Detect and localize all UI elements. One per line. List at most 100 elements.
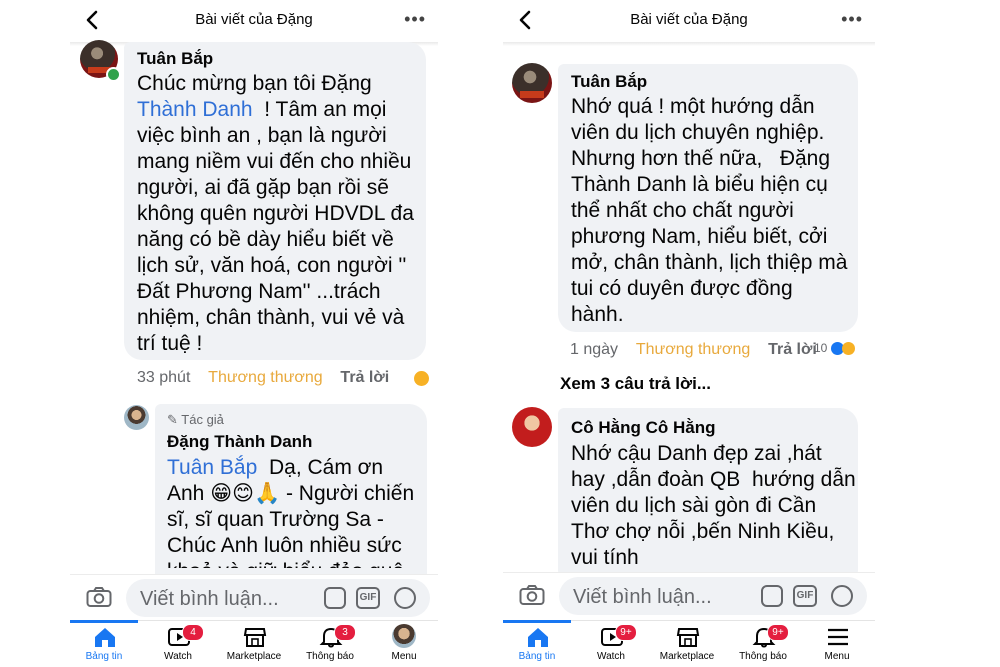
comment-time: 1 ngày — [570, 341, 619, 358]
avatar[interactable] — [512, 407, 552, 447]
comment-line: Nhưng hơn thế nữa, Đặng — [571, 147, 831, 170]
notification-badge: 3 — [334, 624, 356, 641]
emoji-icon[interactable] — [394, 587, 416, 609]
marketplace-icon — [676, 628, 700, 647]
top-bar: Bài viết của Đặng ••• — [503, 0, 875, 42]
comment-line: Thơ chợ nỗi ,bến Ninh Kiều, — [571, 520, 835, 543]
sticker-icon[interactable] — [761, 585, 783, 607]
comment-text: Nhớ cậu Danh đẹp zai ,hát hay ,dẫn đoàn … — [571, 441, 861, 568]
mention-link[interactable]: Tuân Bắp — [167, 456, 257, 479]
comment-input[interactable]: Viết bình luận... GIF — [126, 579, 430, 617]
reply-button[interactable]: Trả lời — [768, 341, 817, 358]
tab-home[interactable]: Bảng tin — [505, 621, 569, 667]
tab-marketplace[interactable]: Marketplace — [655, 621, 719, 667]
camera-icon[interactable] — [519, 584, 545, 606]
comment-line: việc bình an , bạn là người — [137, 124, 387, 147]
tab-home[interactable]: Bảng tin — [72, 621, 136, 667]
reply-button[interactable]: Trả lời — [340, 369, 389, 386]
tab-label: Watch — [597, 651, 625, 662]
gif-icon[interactable]: GIF — [356, 587, 380, 609]
reply-line-text: Dạ, Cám ơn — [268, 456, 384, 479]
comment-line: tui có duyên được đồng — [571, 277, 793, 300]
comment-author[interactable]: Cô Hằng Cô Hằng — [571, 418, 716, 438]
profile-avatar — [392, 624, 416, 648]
comment-line: Thành Danh là biểu hiện cụ — [571, 173, 828, 196]
comment-input[interactable]: Viết bình luận... GIF — [559, 577, 867, 615]
tab-label: Thông báo — [306, 651, 354, 662]
tab-watch[interactable]: 4 Watch — [146, 621, 210, 667]
sticker-icon[interactable] — [324, 587, 346, 609]
comment-text: Chúc mừng bạn tôi Đặng Thành Danh ! Tâm … — [137, 71, 422, 357]
care-icon — [842, 342, 856, 356]
tab-label: Marketplace — [659, 651, 715, 662]
bottom-tab-bar: Bảng tin 9+ Watch Marketplace 9+ Thông b… — [503, 620, 875, 667]
reaction-button[interactable]: Thương thương — [208, 369, 322, 386]
more-icon[interactable]: ••• — [841, 10, 863, 28]
tab-label: Bảng tin — [85, 651, 123, 662]
tab-label: Thông báo — [739, 651, 787, 662]
menu-icon — [828, 628, 848, 646]
tab-label: Marketplace — [226, 651, 282, 662]
comment-input-bar: Viết bình luận... GIF — [503, 572, 875, 619]
comment-meta: 33 phút Thương thương Trả lời — [137, 369, 389, 387]
online-indicator — [106, 67, 121, 82]
comment-input-bar: Viết bình luận... GIF — [70, 574, 438, 621]
tab-marketplace[interactable]: Marketplace — [222, 621, 286, 667]
comment-line: nhiệm, chân thành, vui vẻ và — [137, 306, 405, 329]
tab-watch[interactable]: 9+ Watch — [579, 621, 643, 667]
comment-line: người, ai đã gặp bạn rồi sẽ — [137, 176, 389, 199]
author-badge: ✎ Tác giả — [167, 412, 224, 427]
comment-line: Chúc mừng bạn tôi Đặng — [137, 72, 372, 95]
comment-line: Đất Phương Nam'' ...trách — [137, 280, 381, 303]
reaction-summary[interactable]: 10 — [814, 341, 856, 356]
avatar[interactable] — [512, 63, 552, 103]
tab-menu[interactable]: Menu — [372, 621, 436, 667]
left-screen: Bài viết của Đặng ••• Tuân Bắp Chúc mừng… — [70, 0, 438, 667]
mention-link[interactable]: Thành Danh — [137, 98, 253, 121]
comment-input-placeholder: Viết bình luận... — [573, 586, 712, 608]
comment-line: trí tuệ ! — [137, 332, 203, 355]
comment-line: viên du lịch chuyên nghiệp. — [571, 121, 825, 144]
tab-label: Watch — [164, 651, 192, 662]
comment-author[interactable]: Tuân Bắp — [571, 72, 647, 92]
reply-line: khoẻ và giữ hiểu đảo quê — [167, 559, 427, 568]
top-bar: Bài viết của Đặng ••• — [70, 0, 438, 42]
avatar[interactable] — [124, 405, 149, 430]
comment-line: Nhớ quá ! một hướng dẫn — [571, 95, 815, 118]
comment-line: mang niềm vui đến cho nhiều — [137, 150, 412, 173]
camera-icon[interactable] — [86, 586, 112, 608]
comment-line: mở, chân thành, lịch thiệp mà — [571, 251, 848, 274]
comment-line: phương Nam, hiểu biết, cởi — [571, 225, 828, 248]
comment-line: năng có bề dày hiểu biết về — [137, 228, 394, 251]
tab-notifications[interactable]: 3 Thông báo — [298, 621, 362, 667]
comment-line: hay ,dẫn đoàn QB hướng dẫn — [571, 468, 856, 491]
right-screen: Bài viết của Đặng ••• Tuân Bắp Nhớ quá !… — [503, 0, 875, 667]
reply-text: Tuân Bắp Dạ, Cám ơn Anh 😁😊🙏 - Người chiế… — [167, 455, 427, 568]
view-replies-link[interactable]: Xem 3 câu trả lời... — [560, 374, 711, 394]
reaction-button[interactable]: Thương thương — [636, 341, 750, 358]
tab-label: Menu — [824, 651, 850, 662]
comment-author[interactable]: Tuân Bắp — [137, 49, 213, 69]
tab-notifications[interactable]: 9+ Thông báo — [731, 621, 795, 667]
more-icon[interactable]: ••• — [404, 10, 426, 28]
reply-line: Chúc Anh luôn nhiều sức — [167, 534, 402, 557]
comment-line: vui tính — [571, 546, 639, 568]
gif-icon[interactable]: GIF — [793, 585, 817, 607]
comment-line: hành. — [571, 303, 624, 326]
comment-text: Nhớ quá ! một hướng dẫn viên du lịch chu… — [571, 94, 861, 328]
home-icon — [528, 628, 548, 647]
reaction-emoji-icon[interactable] — [414, 370, 429, 388]
reply-author[interactable]: Đặng Thành Danh — [167, 432, 312, 452]
tab-label: Menu — [391, 651, 417, 662]
comment-line: thể nhất cho chất người — [571, 199, 794, 222]
comment-line: lịch sử, văn hoá, con người '' — [137, 254, 407, 277]
emoji-icon[interactable] — [831, 585, 853, 607]
bottom-tab-bar: Bảng tin 4 Watch Marketplace 3 Thông báo… — [70, 620, 438, 667]
tab-menu[interactable]: Menu — [805, 621, 869, 667]
comment-line-text: ! Tâm an mọi — [264, 98, 387, 121]
comment-line: viên du lịch sài gòn đi Cần — [571, 494, 817, 517]
comment-input-placeholder: Viết bình luận... — [140, 588, 279, 610]
author-badge-label: Tác giả — [181, 412, 224, 427]
reply-line: sĩ, sĩ quan Trường Sa - — [167, 508, 384, 531]
page-title: Bài viết của Đặng — [630, 11, 748, 28]
